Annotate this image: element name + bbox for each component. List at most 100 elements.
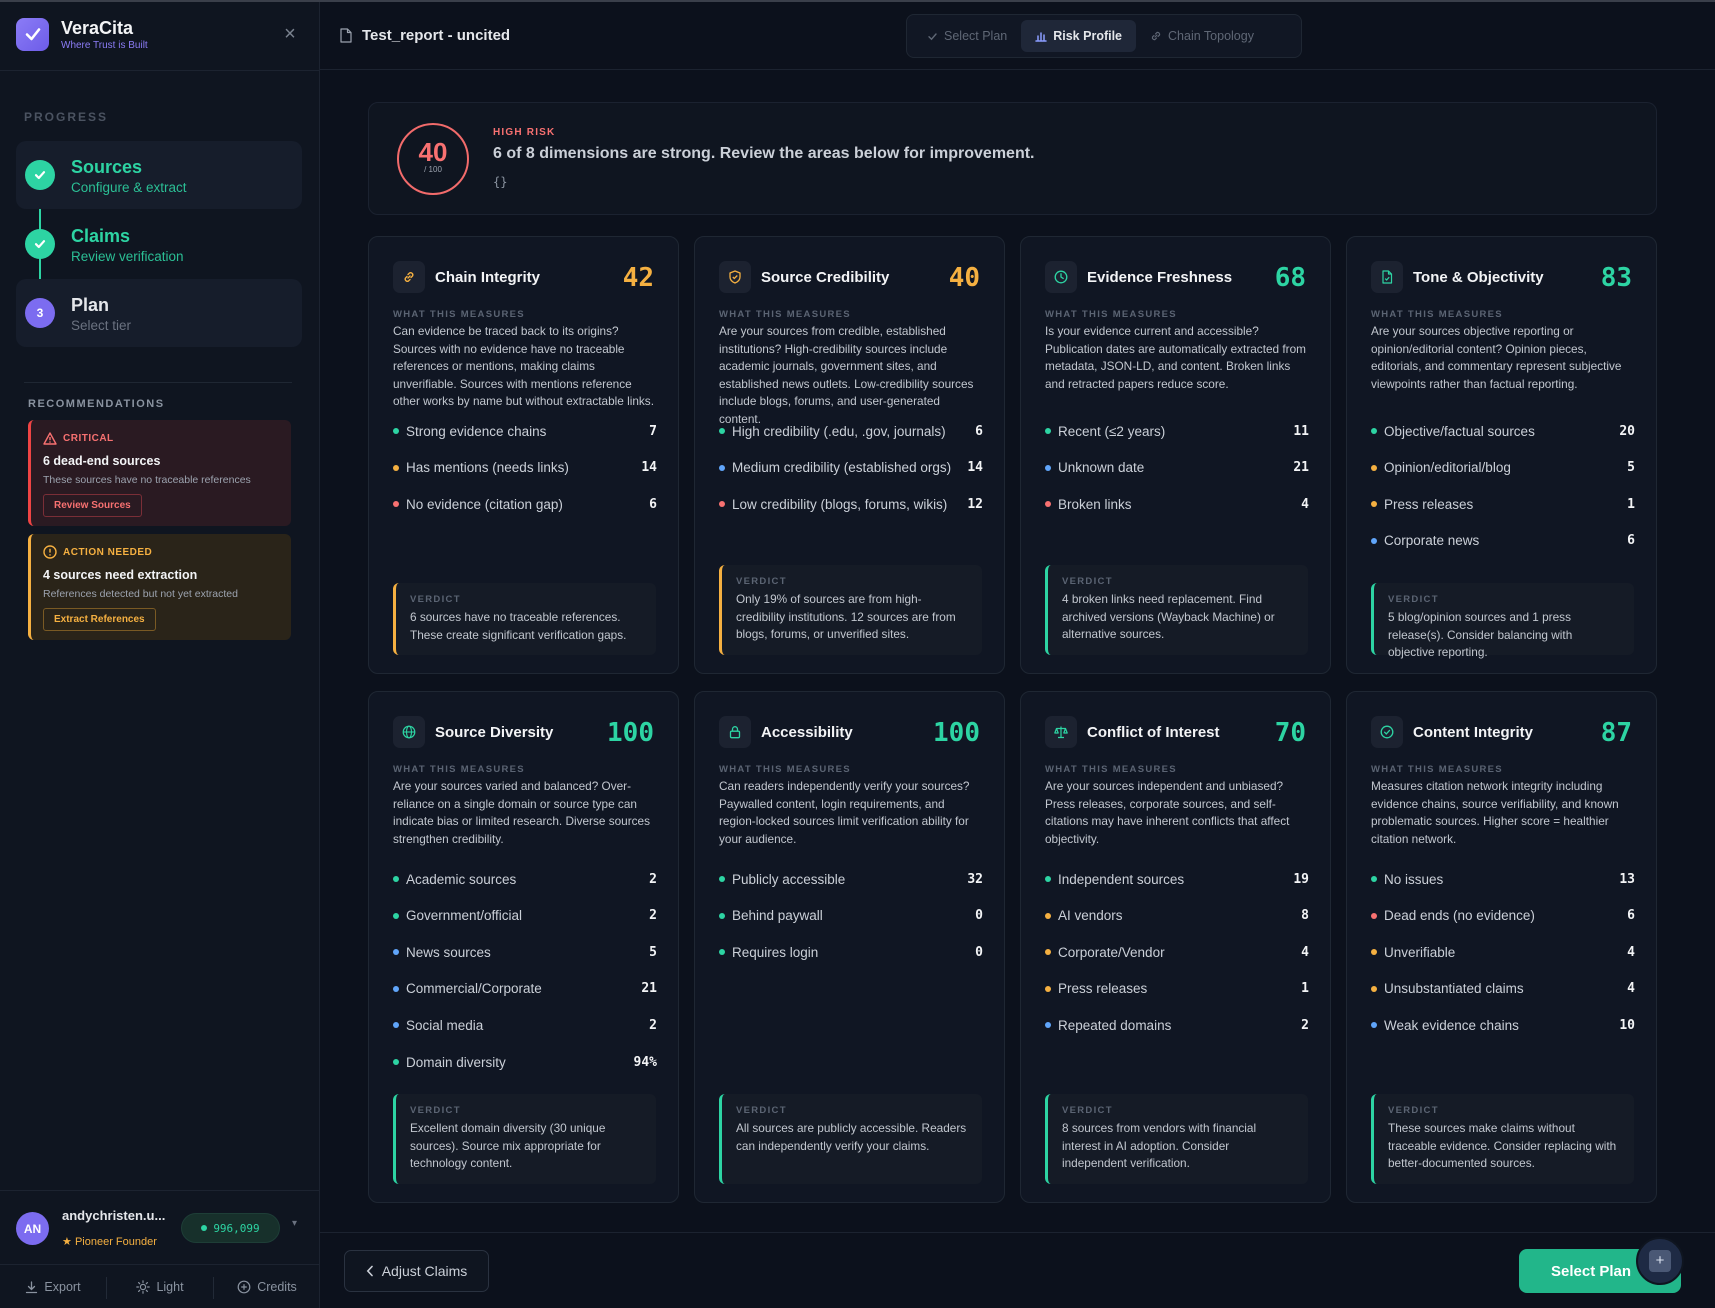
what-this-measures-label: WHAT THIS MEASURES [719, 764, 851, 775]
plus-circle-icon [237, 1280, 251, 1294]
review-sources-button[interactable]: Review Sources [43, 494, 142, 517]
verdict-box: VERDICT All sources are publicly accessib… [719, 1094, 982, 1184]
metric-label: Requires login [732, 944, 819, 960]
risk-headline: 6 of 8 dimensions are strong. Review the… [493, 145, 1035, 162]
status-dot-icon [1371, 428, 1377, 434]
verdict-text: Excellent domain diversity (30 unique so… [410, 1121, 606, 1170]
divider [0, 1190, 320, 1191]
export-button[interactable]: Export [0, 1264, 106, 1308]
metric-row: Strong evidence chains 7 [393, 421, 657, 441]
verdict-text: These sources make claims without tracea… [1388, 1121, 1617, 1170]
step-subtitle: Select tier [71, 317, 132, 333]
status-dot-icon [1371, 464, 1377, 471]
metric-value: 0 [975, 908, 983, 924]
metric-row: Behind paywall 0 [719, 906, 983, 926]
risk-summary: 40 / 100 HIGH RISK 6 of 8 dimensions are… [368, 102, 1657, 215]
metric-value: 2 [649, 871, 657, 887]
adjust-claims-button[interactable]: Adjust Claims [344, 1250, 489, 1292]
metric-label: Strong evidence chains [406, 423, 547, 439]
step-claims[interactable]: Claims Review verification [16, 210, 302, 278]
close-icon[interactable]: × [280, 24, 300, 44]
metric-value: 6 [1627, 533, 1635, 549]
card-score: 100 [933, 718, 980, 748]
recommendation-level: CRITICAL [63, 432, 114, 444]
verdict-label: VERDICT [410, 1105, 461, 1116]
status-dot-icon [393, 912, 399, 919]
brand[interactable]: VeraCita Where Trust is Built [16, 16, 148, 52]
user-name: andychristen.u... [62, 1208, 166, 1223]
floating-action-button[interactable]: + [1636, 1237, 1684, 1285]
card-score: 87 [1600, 718, 1632, 748]
verdict-text: Only 19% of sources are from high-credib… [736, 592, 956, 641]
metric-label: Has mentions (needs links) [406, 460, 569, 476]
verdict-label: VERDICT [1062, 1105, 1113, 1116]
tab-risk-profile[interactable]: Risk Profile [1021, 20, 1137, 52]
metric-row: Press releases 1 [1045, 979, 1309, 999]
metric-row: Unverifiable 4 [1371, 942, 1635, 962]
step-plan[interactable]: 3 Plan Select tier [16, 279, 302, 347]
chevron-down-icon[interactable]: ▾ [292, 1218, 297, 1229]
dimension-card-chain-integrity: Chain Integrity 42 WHAT THIS MEASURES Can e… [368, 236, 679, 674]
check-icon [25, 229, 55, 259]
step-number: 3 [25, 298, 55, 328]
metric-label: No issues [1384, 871, 1444, 887]
credits-balance[interactable]: 996,099 [181, 1213, 280, 1243]
verdict-text: 5 blog/opinion sources and 1 press relea… [1388, 610, 1573, 659]
user-role-label: Pioneer Founder [74, 1236, 157, 1248]
status-dot-icon [393, 985, 399, 992]
what-this-measures-label: WHAT THIS MEASURES [1371, 309, 1503, 320]
metric-value: 6 [975, 423, 983, 439]
metric-value: 14 [967, 460, 983, 476]
metric-label: Commercial/Corporate [406, 981, 542, 997]
header: Test_report - uncited Select Plan Risk P… [320, 2, 1715, 70]
status-dot-icon [719, 912, 725, 919]
metric-value: 94% [633, 1054, 657, 1070]
metric-value: 32 [967, 871, 983, 887]
status-dot-icon [1371, 949, 1377, 956]
theme-label: Light [156, 1280, 184, 1294]
metric-value: 6 [1627, 908, 1635, 924]
metric-row: Has mentions (needs links) 14 [393, 458, 657, 478]
avatar[interactable]: AN [16, 1212, 49, 1245]
metric-row: Recent (≤2 years) 11 [1045, 421, 1309, 441]
metric-value: 5 [1627, 460, 1635, 476]
metric-label: News sources [406, 944, 491, 960]
tab-select-plan[interactable]: Select Plan [913, 20, 1021, 52]
dimension-card-evidence-freshness: Evidence Freshness 68 WHAT THIS MEASURES Is… [1020, 236, 1331, 674]
globe-icon [393, 716, 425, 748]
dimension-card-content-integrity: Content Integrity 87 WHAT THIS MEASURES Mea… [1346, 691, 1657, 1203]
status-dot-icon [719, 501, 725, 508]
credits-label: Credits [257, 1280, 297, 1294]
metric-value: 5 [649, 944, 657, 960]
status-dot-icon [1371, 1022, 1377, 1029]
overall-score-max: / 100 [424, 165, 442, 174]
step-sources[interactable]: Sources Configure & extract [16, 141, 302, 209]
metric-label: Opinion/editorial/blog [1384, 460, 1511, 476]
card-description: Are your sources varied and balanced? Ov… [393, 779, 651, 846]
metric-row: No issues 13 [1371, 869, 1635, 889]
card-score: 83 [1600, 263, 1632, 293]
status-dot-icon [1045, 949, 1051, 956]
extract-references-button[interactable]: Extract References [43, 608, 156, 631]
overall-score-ring: 40 / 100 [397, 123, 469, 195]
metric-label: Domain diversity [406, 1054, 506, 1070]
verdict-box: VERDICT 5 blog/opinion sources and 1 pres… [1371, 583, 1634, 659]
status-dot-icon [393, 1059, 399, 1065]
metric-value: 21 [641, 981, 657, 997]
theme-toggle[interactable]: Light [107, 1264, 213, 1308]
risk-details: {} [493, 175, 508, 189]
what-this-measures-label: WHAT THIS MEASURES [1045, 764, 1177, 775]
credits-button[interactable]: Credits [214, 1264, 320, 1308]
card-score: 42 [622, 263, 654, 293]
step-subtitle: Review verification [71, 248, 184, 264]
metric-label: Corporate/Vendor [1058, 944, 1165, 960]
check-icon [25, 160, 55, 190]
divider [24, 382, 292, 383]
status-dot-icon [1371, 985, 1377, 992]
tab-chain-topology[interactable]: Chain Topology [1136, 20, 1268, 52]
metric-value: 4 [1301, 496, 1309, 512]
status-dot-icon [393, 428, 399, 434]
scale-icon [1045, 716, 1077, 748]
metric-label: Press releases [1384, 496, 1474, 512]
bar-chart-icon [1035, 32, 1047, 42]
